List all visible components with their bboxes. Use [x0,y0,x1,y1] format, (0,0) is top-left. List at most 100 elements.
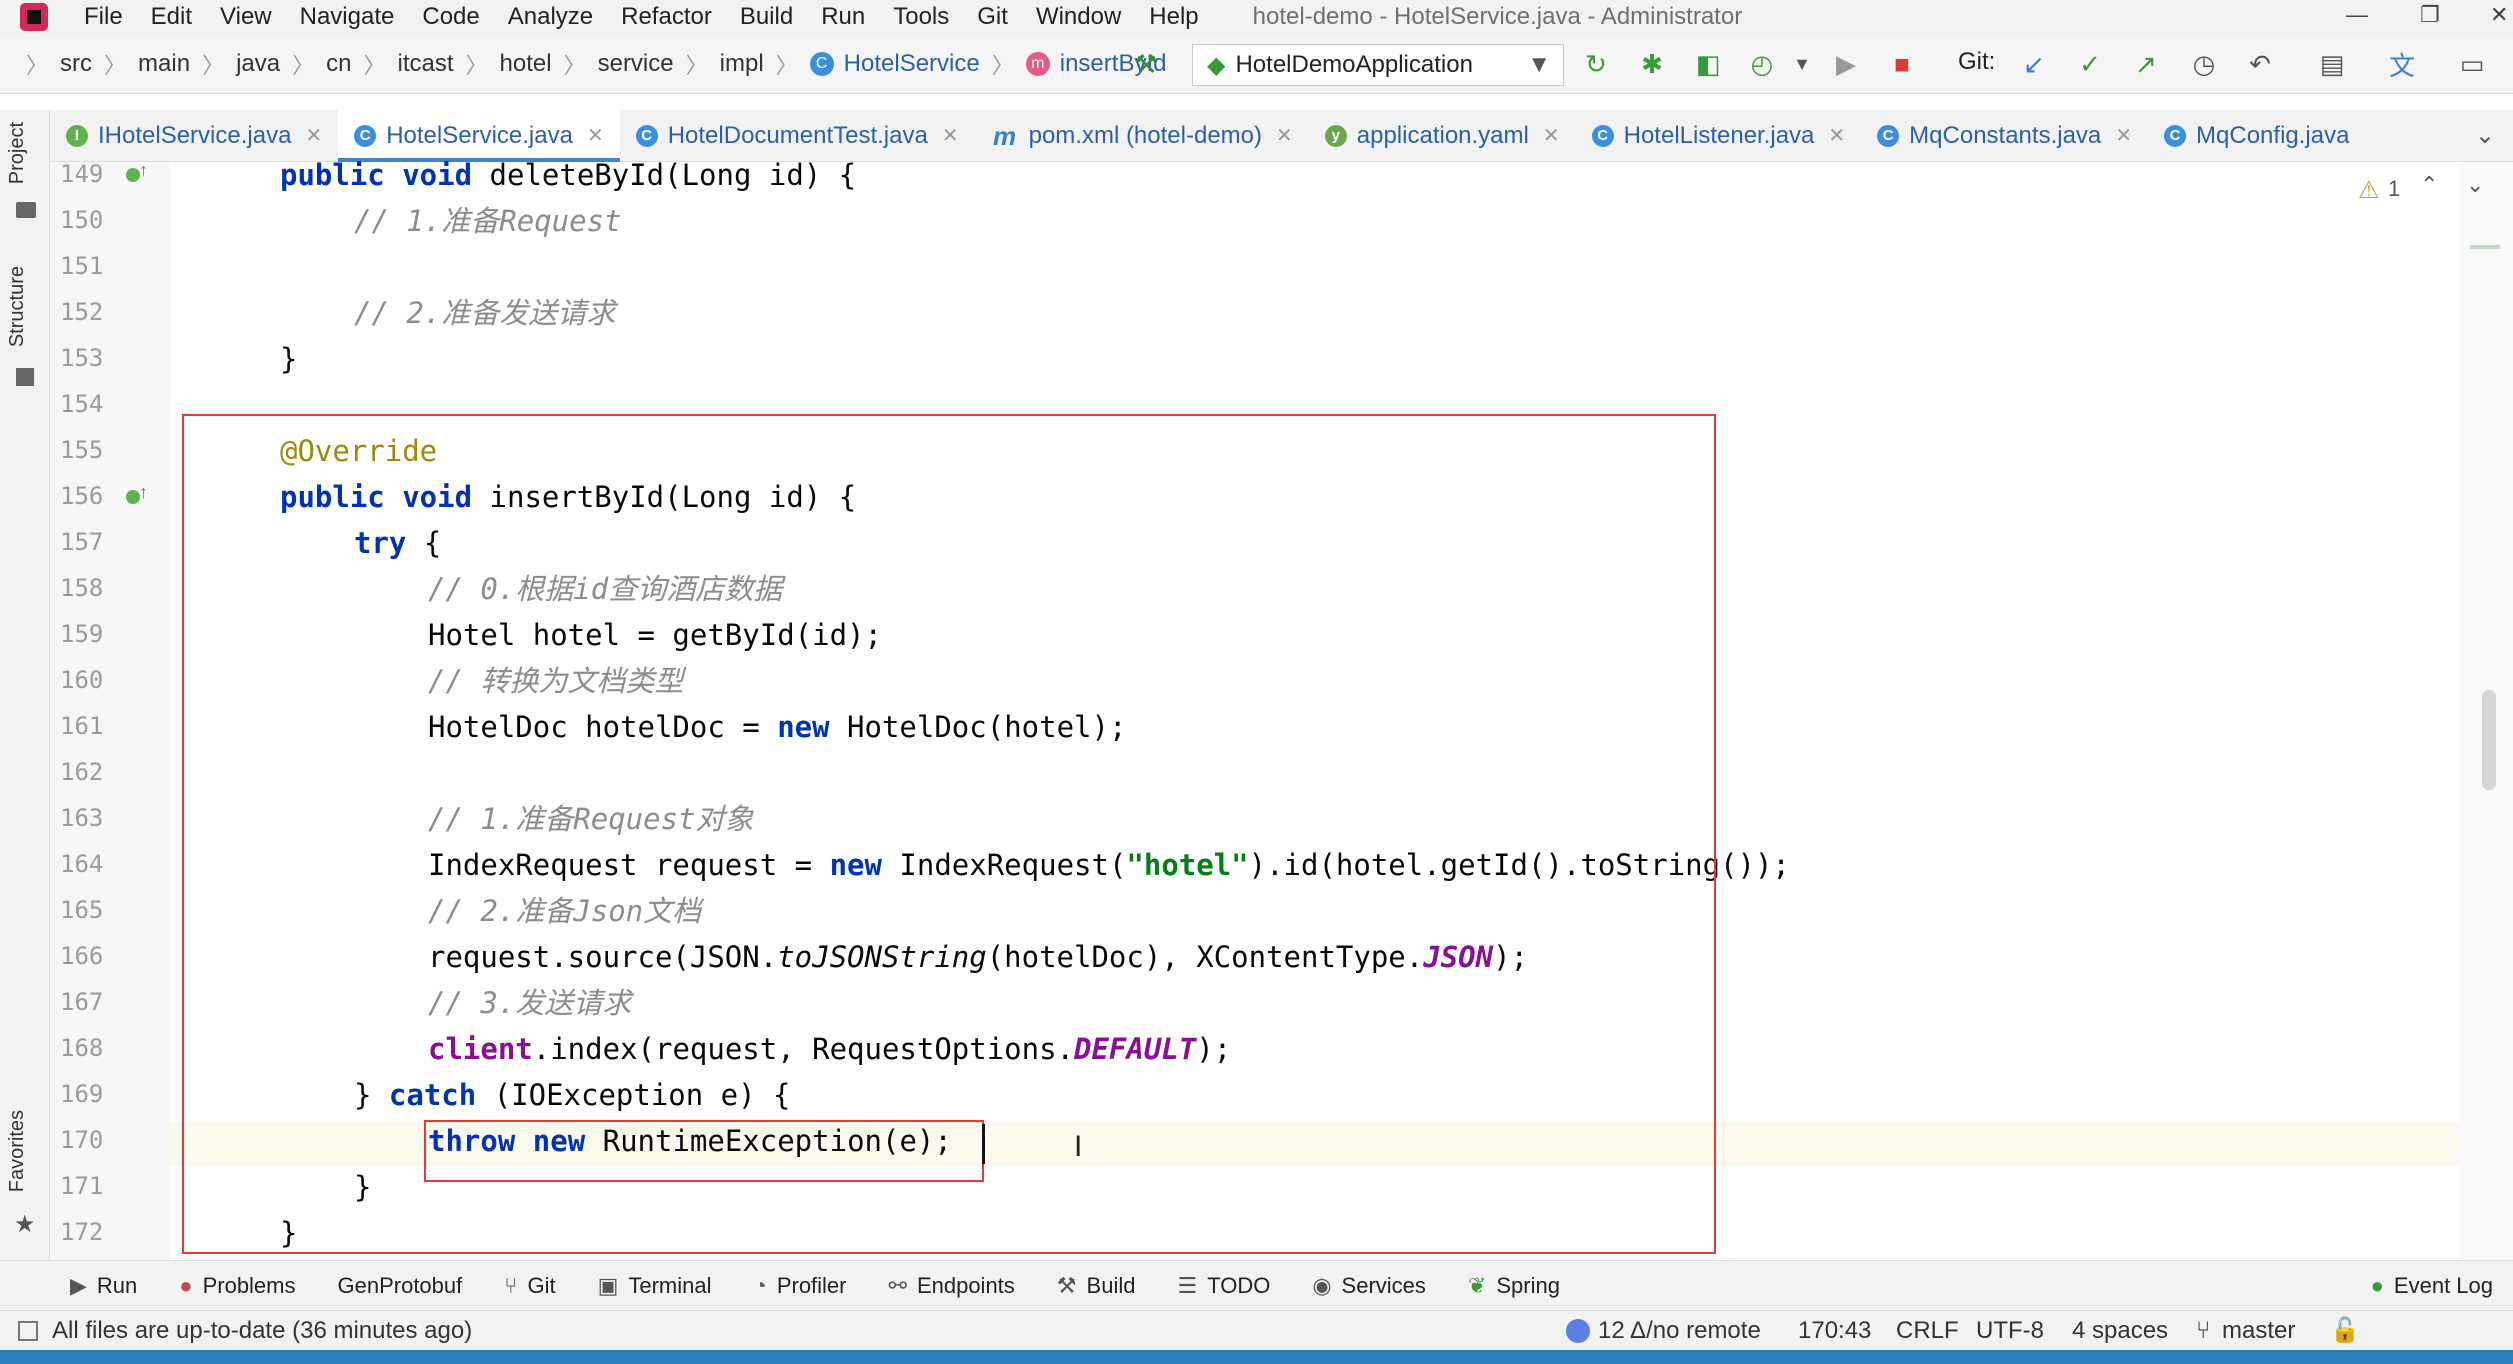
breadcrumb-item[interactable]: 〉 service [552,48,674,80]
chevron-down-icon[interactable]: ⌄ [2475,121,2495,150]
profile-icon[interactable]: ◴ [1746,48,1778,80]
tool-todo[interactable]: ☰ TODO [1177,1273,1270,1299]
menu-tools[interactable]: Tools [879,3,963,31]
stop-icon[interactable]: ■ [1886,48,1918,80]
favorites-tool-button[interactable]: Favorites [6,1110,29,1192]
menu-navigate[interactable]: Navigate [286,3,409,31]
tool-terminal[interactable]: ▣ Terminal [598,1273,712,1299]
git-push-icon[interactable]: ↗ [2130,48,2162,80]
line-number: 150 [60,206,104,234]
translate-icon[interactable]: 文 [2386,48,2418,81]
code-line-149[interactable]: public void deleteById(Long id) { [280,152,856,198]
close-tab-icon[interactable]: ✕ [2115,123,2132,148]
breadcrumb-item[interactable]: 〉 java [190,48,280,80]
run-icon[interactable]: ▶ [1830,48,1862,80]
menu-refactor[interactable]: Refactor [607,3,726,31]
project-tool-button[interactable]: Project [6,122,29,184]
endpoints-icon: ⚯ [888,1272,907,1298]
tool-build[interactable]: ⚒ Build [1057,1273,1136,1299]
tool-genprotobuf[interactable]: GenProtobuf [338,1273,463,1299]
coverage-icon[interactable]: ◧ [1692,48,1724,80]
tool-endpoints[interactable]: ⚯ Endpoints [889,1273,1015,1299]
structure-tool-button[interactable]: Structure [6,266,29,347]
file-encoding[interactable]: UTF-8 [1976,1317,2044,1345]
git-branch-icon: ⑂ [504,1272,518,1298]
implements-method-icon[interactable]: ↑ [126,482,148,508]
breadcrumb-item[interactable]: 〉 hotel [454,48,552,80]
menu-view[interactable]: View [206,3,286,31]
tool-event-log[interactable]: ● Event Log [2371,1273,2493,1299]
tab-mqconfig[interactable]: C MqConfig.java [2148,110,2365,162]
run-configuration-select[interactable]: ◆ HotelDemoApplication ▼ [1192,44,1564,86]
tool-git[interactable]: ⑂ Git [504,1273,555,1299]
layout-icon[interactable]: ▭ [2456,48,2488,80]
tab-pom-xml[interactable]: m pom.xml (hotel-demo) ✕ [975,110,1309,162]
tool-spring[interactable]: ❦ Spring [1468,1273,1560,1299]
project-structure-icon[interactable]: ▤ [2316,48,2348,80]
close-window-icon[interactable]: ✕ [2490,2,2508,28]
caret-position[interactable]: 170:43 [1798,1317,1871,1345]
history-icon[interactable]: ◷ [2188,48,2220,80]
tool-problems[interactable]: ● Problems [179,1273,295,1299]
menu-build[interactable]: Build [726,3,807,31]
restore-icon[interactable]: ❐ [2420,2,2440,28]
chevron-up-icon[interactable]: ⌃ [2420,172,2438,198]
menu-run[interactable]: Run [807,3,879,31]
warning-icon[interactable]: ⚠ [2358,176,2380,205]
status-message: All files are up-to-date (36 minutes ago… [52,1316,473,1344]
tab-mqconstants[interactable]: C MqConstants.java ✕ [1861,110,2148,162]
rollback-icon[interactable]: ↶ [2244,48,2276,80]
git-update-icon[interactable]: ↙ [2018,48,2050,80]
tool-services[interactable]: ◉ Services [1312,1273,1426,1299]
line-number: 160 [60,666,104,694]
close-tab-icon[interactable]: ✕ [942,123,959,148]
line-number: 163 [60,804,104,832]
line-separator[interactable]: CRLF [1896,1317,1959,1345]
tool-profiler[interactable]: ◔ Profiler [754,1273,847,1299]
event-log-icon: ● [2370,1272,2384,1298]
breadcrumb-item[interactable]: 〉 itcast [351,48,453,80]
debug-icon[interactable]: ✱ [1636,48,1668,80]
structure-icon [16,368,34,386]
menu-analyze[interactable]: Analyze [494,3,607,31]
code-line-150[interactable]: // 1.准备Request [354,198,622,244]
lock-icon[interactable]: 🔓 [2330,1316,2360,1345]
method-icon: m [1025,51,1050,76]
menu-bar: File Edit View Navigate Code Analyze Ref… [0,0,2513,34]
indent-setting[interactable]: 4 spaces [2072,1317,2168,1345]
code-line-152[interactable]: // 2.准备发送请求 [354,290,615,336]
code-line-153[interactable]: } [280,336,297,382]
tab-hotellistener[interactable]: C HotelListener.java ✕ [1576,110,1862,162]
menu-edit[interactable]: Edit [137,3,206,31]
line-number: 164 [60,850,104,878]
scrollbar-thumb[interactable] [2482,690,2496,790]
close-tab-icon[interactable]: ✕ [1543,123,1560,148]
close-tab-icon[interactable]: ✕ [1828,123,1845,148]
menu-code[interactable]: Code [408,3,493,31]
menu-file[interactable]: File [70,3,137,31]
breadcrumb-item[interactable]: 〉 impl [674,48,764,80]
chevron-down-icon[interactable]: ▼ [1786,48,1818,80]
git-commit-icon[interactable]: ✓ [2074,48,2106,80]
menu-git[interactable]: Git [963,3,1022,31]
implements-method-icon[interactable]: ↑ [126,160,148,186]
breadcrumb-item[interactable]: 〉 main [92,48,190,80]
build-hammer-icon[interactable]: ⚒ [1130,48,1162,80]
git-branch[interactable]: master [2222,1317,2295,1345]
breadcrumb-item[interactable]: 〉 cn [280,48,351,80]
chevron-down-icon[interactable]: ⌄ [2466,172,2484,198]
close-tab-icon[interactable]: ✕ [305,123,322,148]
tab-application-yaml[interactable]: y application.yaml ✕ [1309,110,1576,162]
status-panel-icon[interactable] [18,1320,38,1341]
git-remote-status[interactable]: 12 Δ/no remote [1598,1317,1761,1345]
minimize-icon[interactable]: — [2346,2,2368,28]
breadcrumb-class[interactable]: 〉 C HotelService [764,48,980,80]
menu-window[interactable]: Window [1022,3,1135,31]
close-tab-icon[interactable]: ✕ [587,123,604,148]
close-tab-icon[interactable]: ✕ [1276,123,1293,148]
menu-help[interactable]: Help [1135,3,1212,31]
tool-run[interactable]: ▶ Run [70,1273,137,1299]
rerun-icon[interactable]: ↻ [1580,48,1612,80]
spring-leaf-icon: ❦ [1467,1272,1487,1298]
breadcrumb-item[interactable]: 〉 src [14,48,92,80]
